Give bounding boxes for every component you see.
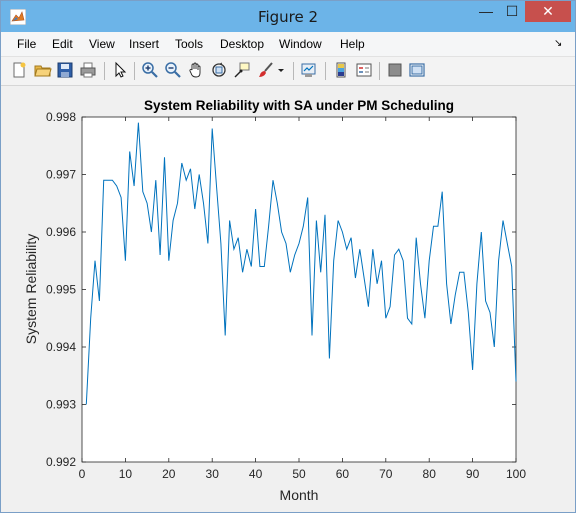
show-plot-tools-icon[interactable] (408, 61, 426, 79)
save-icon[interactable] (56, 61, 74, 79)
zoom-out-icon[interactable] (164, 61, 182, 79)
data-cursor-icon[interactable] (233, 61, 251, 79)
y-tick-label: 0.996 (46, 225, 76, 239)
y-tick-label: 0.993 (46, 398, 76, 412)
rotate-3d-icon[interactable] (210, 61, 228, 79)
insert-legend-icon[interactable] (355, 61, 373, 79)
figure-canvas: System Reliability with SA under PM Sche… (1, 86, 575, 512)
hide-plot-tools-icon[interactable] (386, 61, 404, 79)
x-tick-label: 10 (119, 467, 133, 481)
zoom-in-icon[interactable] (141, 61, 159, 79)
x-tick-label: 70 (379, 467, 393, 481)
chart-title: System Reliability with SA under PM Sche… (144, 98, 454, 113)
minimize-button[interactable]: — (473, 1, 499, 22)
menu-edit[interactable]: Edit (52, 37, 73, 51)
y-axis-label: System Reliability (23, 234, 39, 344)
axes-background (81, 116, 517, 463)
menu-help[interactable]: Help (340, 37, 365, 51)
menu-window[interactable]: Window (279, 37, 322, 51)
x-tick-label: 50 (292, 467, 306, 481)
menu-insert[interactable]: Insert (129, 37, 159, 51)
maximize-button[interactable]: ☐ (499, 1, 525, 22)
brush-icon[interactable] (257, 61, 275, 79)
menu-view[interactable]: View (89, 37, 115, 51)
pan-hand-icon[interactable] (187, 61, 205, 79)
menu-desktop[interactable]: Desktop (220, 37, 264, 51)
menu-bar: File Edit View Insert Tools Desktop Wind… (1, 32, 575, 57)
toolbar-separator (379, 62, 380, 80)
x-tick-label: 30 (206, 467, 220, 481)
toolbar-separator (293, 62, 294, 80)
title-bar[interactable]: Figure 2 — ☐ ✕ (1, 1, 575, 32)
link-plot-icon[interactable] (300, 61, 318, 79)
x-tick-label: 40 (249, 467, 263, 481)
x-tick-label: 90 (466, 467, 480, 481)
toolbar-separator (134, 62, 135, 80)
line-chart[interactable]: System Reliability with SA under PM Sche… (1, 86, 575, 512)
y-tick-label: 0.995 (46, 283, 76, 297)
figure-toolbar (1, 57, 575, 86)
open-file-icon[interactable] (34, 61, 52, 79)
y-tick-label: 0.994 (46, 340, 76, 354)
x-tick-label: 20 (162, 467, 176, 481)
y-tick-label: 0.992 (46, 455, 76, 469)
toolbar-separator (104, 62, 105, 80)
print-icon[interactable] (79, 61, 97, 79)
x-axis-label: Month (280, 487, 319, 503)
figure-window: Figure 2 — ☐ ✕ File Edit View Insert Too… (0, 0, 576, 513)
insert-colorbar-icon[interactable] (332, 61, 350, 79)
x-tick-label: 0 (79, 467, 86, 481)
toolbar-separator (325, 62, 326, 80)
new-figure-icon[interactable] (10, 61, 28, 79)
dock-figure-icon[interactable]: ↘ (554, 38, 562, 49)
y-tick-label: 0.998 (46, 110, 76, 124)
close-button[interactable]: ✕ (525, 1, 571, 22)
x-tick-label: 60 (336, 467, 350, 481)
brush-dropdown-icon[interactable] (276, 61, 286, 79)
menu-file[interactable]: File (17, 37, 36, 51)
edit-plot-arrow-icon[interactable] (111, 61, 129, 79)
x-tick-label: 80 (423, 467, 437, 481)
x-tick-label: 100 (506, 467, 526, 481)
menu-tools[interactable]: Tools (175, 37, 203, 51)
y-tick-label: 0.997 (46, 168, 76, 182)
